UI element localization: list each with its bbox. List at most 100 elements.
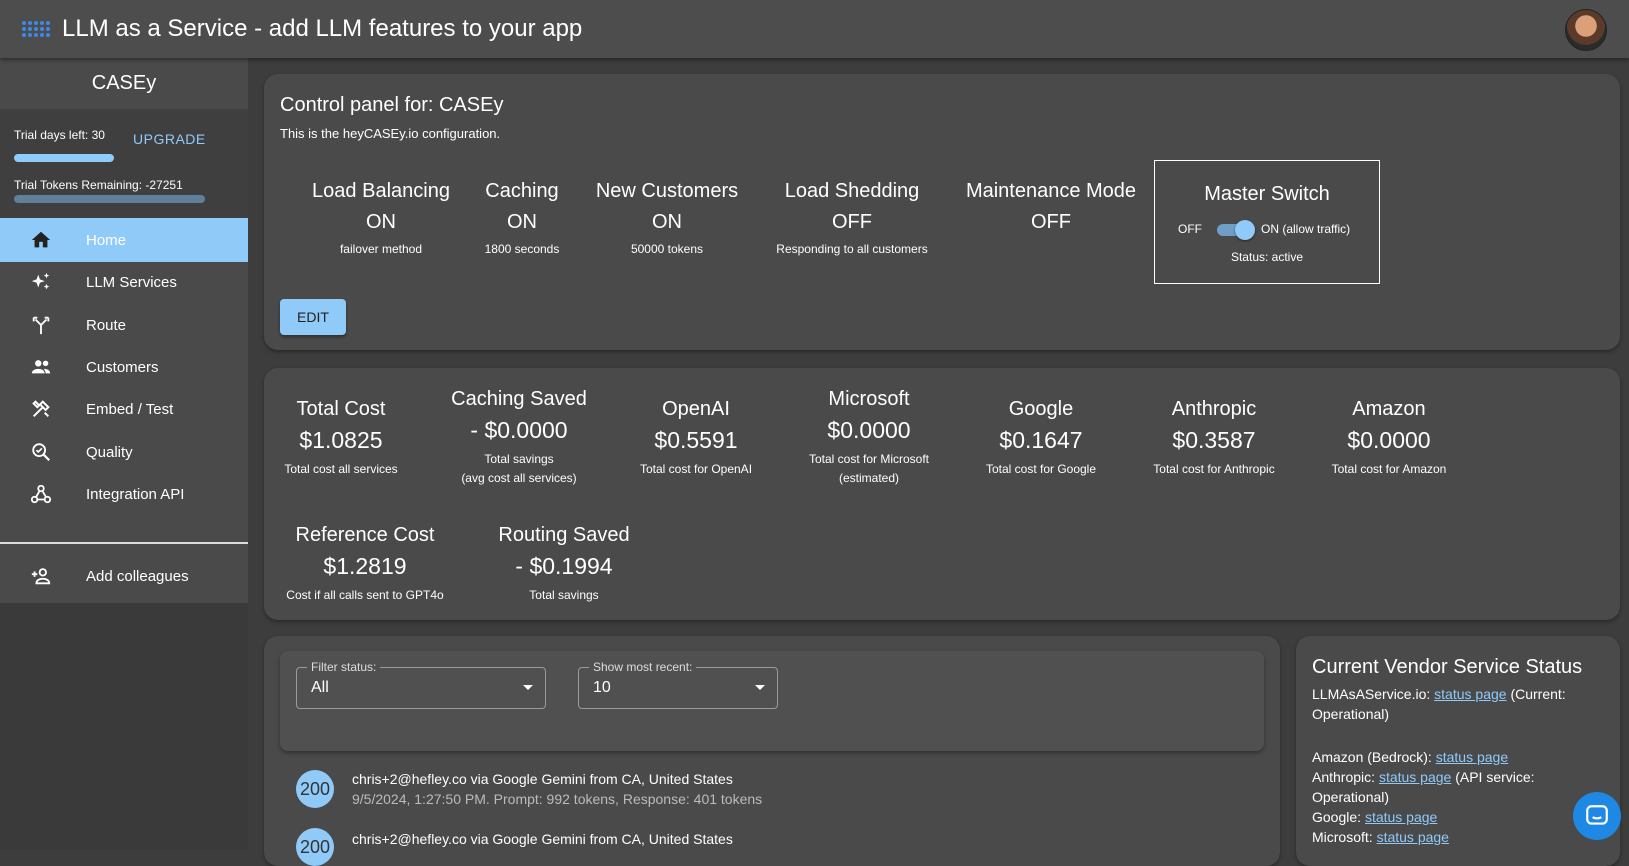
nav-quality-label: Quality [86, 443, 133, 461]
log-entry-title[interactable]: chris+2@hefley.co via Google Gemini from… [352, 771, 733, 787]
cost-value: $1.2819 [323, 553, 407, 579]
status-page-link[interactable]: status page [1379, 769, 1451, 785]
status-page-link[interactable]: status page [1377, 829, 1449, 845]
setting-name: Caching [485, 180, 559, 202]
cost-name: Caching Saved [451, 388, 587, 410]
master-switch-off-label: OFF [1178, 222, 1202, 236]
cost-detail: Total savings [484, 452, 554, 466]
filter-status-select[interactable]: Filter status: All [296, 660, 546, 709]
master-switch-toggle[interactable] [1215, 219, 1255, 240]
nav-route[interactable]: Route [0, 303, 248, 347]
cost-detail: Total cost for Microsoft [808, 452, 930, 466]
app-logo-icon [22, 16, 52, 42]
trial-tokens-remaining: Trial Tokens Remaining: -27251 [14, 178, 183, 192]
home-icon [31, 231, 51, 248]
vendor-name: Microsoft: [1312, 829, 1377, 845]
vendor-llmas: LLMAsAService.io: status page (Current: … [1312, 684, 1602, 724]
cost-name: Anthropic [1171, 398, 1257, 420]
cost-detail: Total cost for Amazon [1331, 462, 1447, 476]
setting-name: Load Balancing [312, 180, 450, 202]
vendor-name: LLMAsAService.io: [1312, 686, 1435, 702]
setting-load-shedding: Load Shedding OFF Responding to all cust… [776, 180, 927, 256]
cost-total: Total Cost $1.0825 Total cost all servic… [284, 398, 397, 479]
trial-days-progress-bar [14, 154, 114, 162]
log-entry-title[interactable]: chris+2@hefley.co via Google Gemini from… [352, 831, 733, 847]
cost-detail: Total cost all services [284, 462, 398, 476]
trial-days-left: Trial days left: 30 [14, 128, 105, 142]
cost-name: OpenAI [662, 398, 730, 420]
status-code-badge: 200 [296, 828, 334, 866]
webhook-icon [30, 484, 52, 504]
cost-name: Google [1008, 398, 1074, 420]
trial-info: Trial days left: 30 UPGRADE [0, 109, 248, 229]
setting-name: Maintenance Mode [965, 180, 1137, 202]
cost-openai: OpenAI $0.5591 Total cost for OpenAI [640, 398, 752, 479]
cost-value: $1.0825 [299, 427, 383, 453]
nav-integration-api-label: Integration API [86, 485, 185, 503]
setting-value: ON [506, 211, 537, 233]
log-entry-detail: 9/5/2024, 1:27:50 PM. Prompt: 992 tokens… [352, 791, 763, 807]
people-icon [31, 360, 51, 374]
nav-embed-test[interactable]: Embed / Test [0, 387, 248, 431]
toggle-knob [1235, 220, 1255, 240]
vendor-name: Amazon (Bedrock): [1312, 749, 1436, 765]
dropdown-arrow-icon [755, 685, 765, 690]
dropdown-arrow-icon [523, 685, 533, 690]
control-panel-title: Control panel for: CASEy [280, 94, 504, 116]
cost-detail: Cost if all calls sent to GPT4o [286, 588, 444, 602]
add-person-icon [31, 568, 51, 585]
filter-status-value: All [311, 679, 329, 696]
setting-new-customers: New Customers ON 50000 tokens [596, 180, 738, 256]
cost-routing-saved: Routing Saved - $0.1994 Total savings [498, 524, 629, 605]
vendor-google: Google: status page [1312, 807, 1602, 827]
log-filter-panel: Filter status: All Show most recent: 10 [280, 651, 1264, 751]
status-page-link[interactable]: status page [1434, 686, 1506, 702]
app-title: LLM as a Service - add LLM features to y… [62, 15, 583, 42]
master-switch-title: Master Switch [1204, 183, 1330, 205]
cost-name: Amazon [1352, 398, 1426, 420]
nav-add-colleagues[interactable]: Add colleagues [0, 554, 248, 598]
cost-detail: Total savings [529, 588, 599, 602]
cost-detail: Total cost for Anthropic [1153, 462, 1275, 476]
cost-name: Total Cost [296, 398, 386, 420]
status-page-link[interactable]: status page [1436, 749, 1508, 765]
sparkle-icon [31, 272, 50, 290]
cost-value: $0.3587 [1172, 427, 1256, 453]
vendor-anthropic: Anthropic: status page (API service: Ope… [1312, 767, 1602, 807]
setting-value: OFF [1030, 211, 1071, 233]
setting-maintenance-mode: Maintenance Mode OFF [966, 180, 1136, 234]
setting-load-balancing: Load Balancing ON failover method [312, 180, 450, 256]
setting-value: ON [365, 211, 396, 233]
status-code-badge: 200 [296, 770, 334, 808]
upgrade-link[interactable]: UPGRADE [133, 131, 206, 147]
app-header: LLM as a Service - add LLM features to y… [0, 0, 1629, 58]
cost-detail: Total cost for Google [985, 462, 1097, 476]
cost-value: - $0.1994 [515, 553, 613, 579]
cost-google: Google $0.1647 Total cost for Google [986, 398, 1096, 479]
setting-value: OFF [831, 211, 872, 233]
nav-add-colleagues-label: Add colleagues [86, 567, 189, 585]
status-page-link[interactable]: status page [1365, 809, 1437, 825]
control-panel-subtitle: This is the heyCASEy.io configuration. [280, 126, 501, 141]
sidebar: CASEy Trial days left: 30 UPGRADE Trial … [0, 58, 248, 849]
edit-button[interactable]: EDIT [280, 299, 346, 335]
nav-llm-services[interactable]: LLM Services [0, 260, 248, 304]
setting-detail: 50000 tokens [630, 242, 704, 256]
user-avatar[interactable] [1565, 9, 1607, 51]
nav-embed-test-label: Embed / Test [86, 400, 174, 418]
nav-customers[interactable]: Customers [0, 345, 248, 389]
nav-quality[interactable]: Quality [0, 430, 248, 474]
show-recent-value: 10 [593, 679, 611, 696]
cost-detail-2: (estimated) [838, 471, 900, 485]
cost-value: $0.5591 [654, 427, 738, 453]
nav-home[interactable]: Home [0, 218, 248, 262]
chat-support-button[interactable] [1573, 792, 1621, 840]
show-recent-select[interactable]: Show most recent: 10 [578, 660, 778, 709]
cost-value: $0.1647 [999, 427, 1083, 453]
sidebar-panel: CASEy Trial days left: 30 UPGRADE Trial … [0, 58, 248, 603]
show-recent-label: Show most recent: [589, 660, 697, 674]
setting-detail: 1800 seconds [484, 242, 560, 256]
setting-value: ON [651, 211, 682, 233]
nav-integration-api[interactable]: Integration API [0, 472, 248, 516]
setting-detail: Responding to all customers [776, 242, 928, 256]
